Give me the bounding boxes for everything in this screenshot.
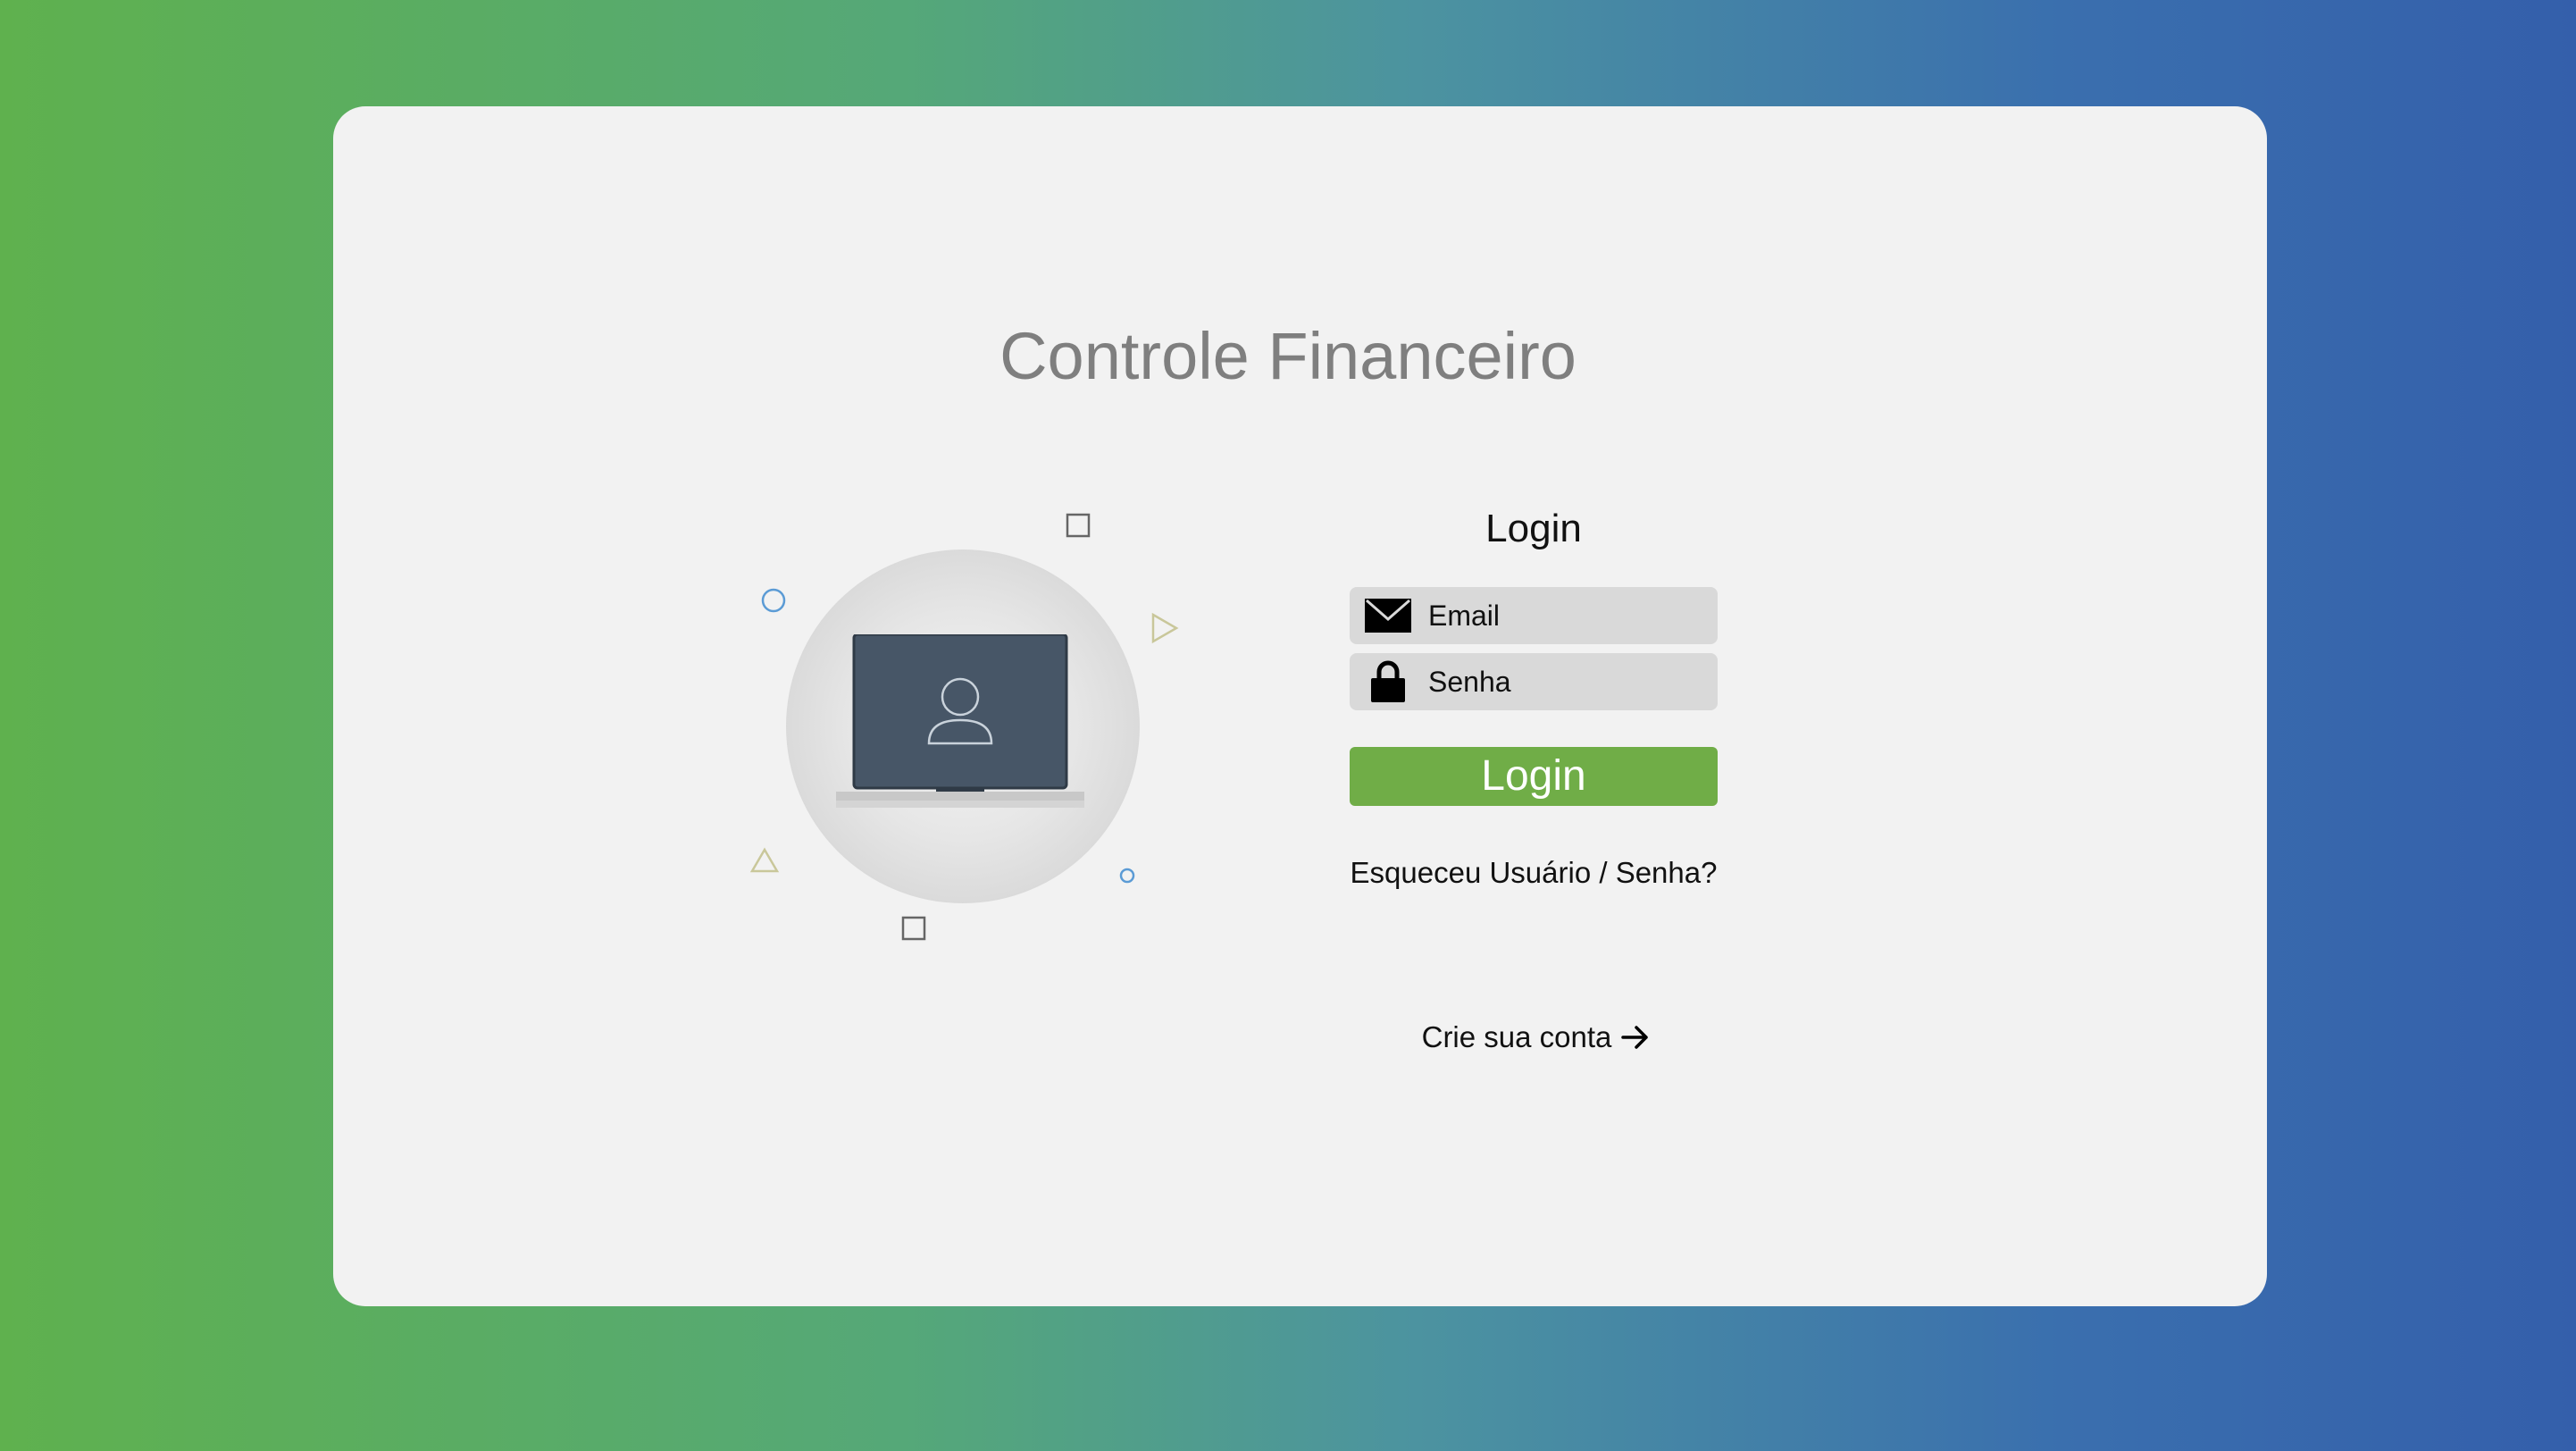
forgot-password-link[interactable]: Esqueceu Usuário / Senha? — [1313, 856, 1754, 890]
circle-shape — [761, 588, 786, 613]
laptop-user-icon — [836, 634, 1084, 808]
triangle-up-shape — [749, 847, 780, 873]
arrow-right-icon — [1620, 1024, 1651, 1051]
login-button[interactable]: Login — [1350, 747, 1718, 806]
square-shape — [1066, 513, 1091, 538]
laptop-illustration — [741, 505, 1197, 952]
small-circle-shape — [1119, 868, 1135, 884]
create-account-link[interactable]: Crie sua conta — [1393, 1020, 1679, 1054]
password-input[interactable] — [1426, 664, 1698, 700]
app-title: Controle Financeiro — [999, 319, 1577, 393]
triangle-right-shape — [1151, 612, 1179, 644]
login-heading: Login — [1485, 507, 1582, 550]
login-card — [333, 106, 2267, 1306]
email-input[interactable] — [1426, 598, 1698, 633]
lock-icon — [1362, 653, 1414, 710]
square-shape — [901, 916, 926, 941]
email-field[interactable] — [1350, 587, 1718, 644]
password-field[interactable] — [1350, 653, 1718, 710]
create-account-label: Crie sua conta — [1421, 1020, 1612, 1053]
envelope-icon — [1362, 587, 1414, 644]
